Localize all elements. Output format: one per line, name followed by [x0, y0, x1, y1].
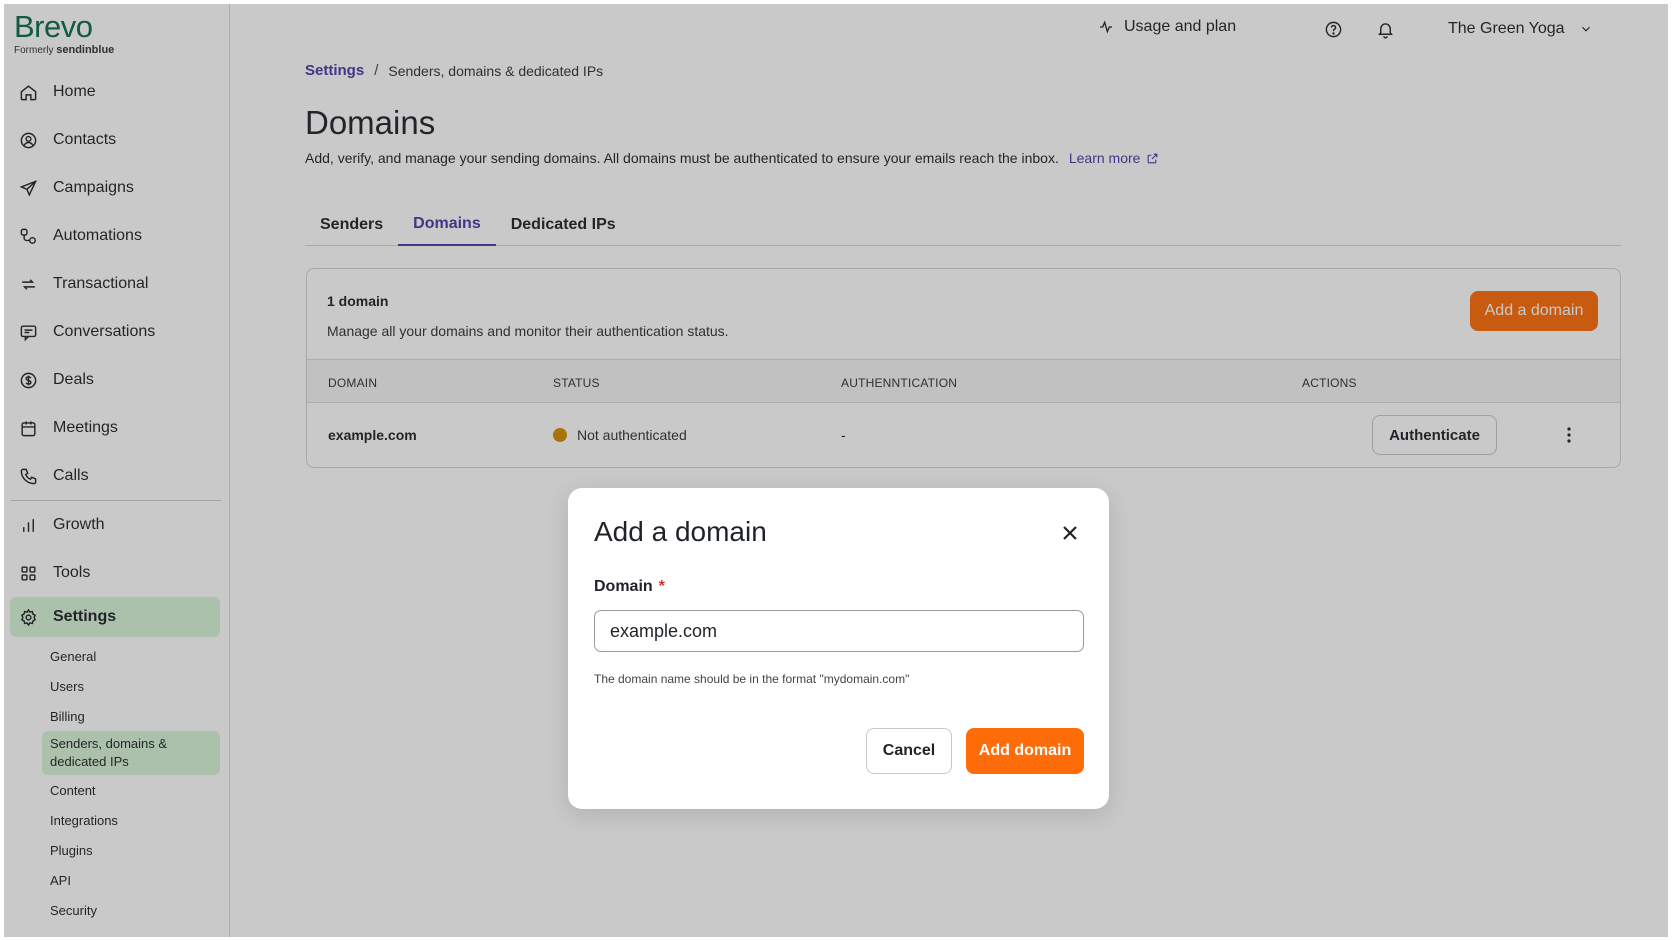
add-domain-submit-button[interactable]: Add domain: [966, 728, 1084, 774]
domain-input[interactable]: [594, 610, 1084, 652]
app-frame: Brevo Formerly sendinblue Home Contacts …: [4, 4, 1668, 937]
domain-field-label: Domain *: [594, 578, 665, 595]
modal-title: Add a domain: [594, 516, 767, 547]
add-domain-modal: Add a domain Domain* The domain name sho…: [568, 488, 1109, 809]
close-modal-button[interactable]: [1059, 522, 1081, 544]
domain-help-text: The domain name should be in the format …: [594, 672, 910, 686]
cancel-button[interactable]: Cancel: [866, 728, 952, 774]
close-icon: [1063, 526, 1077, 540]
required-asterisk: *: [658, 578, 665, 595]
